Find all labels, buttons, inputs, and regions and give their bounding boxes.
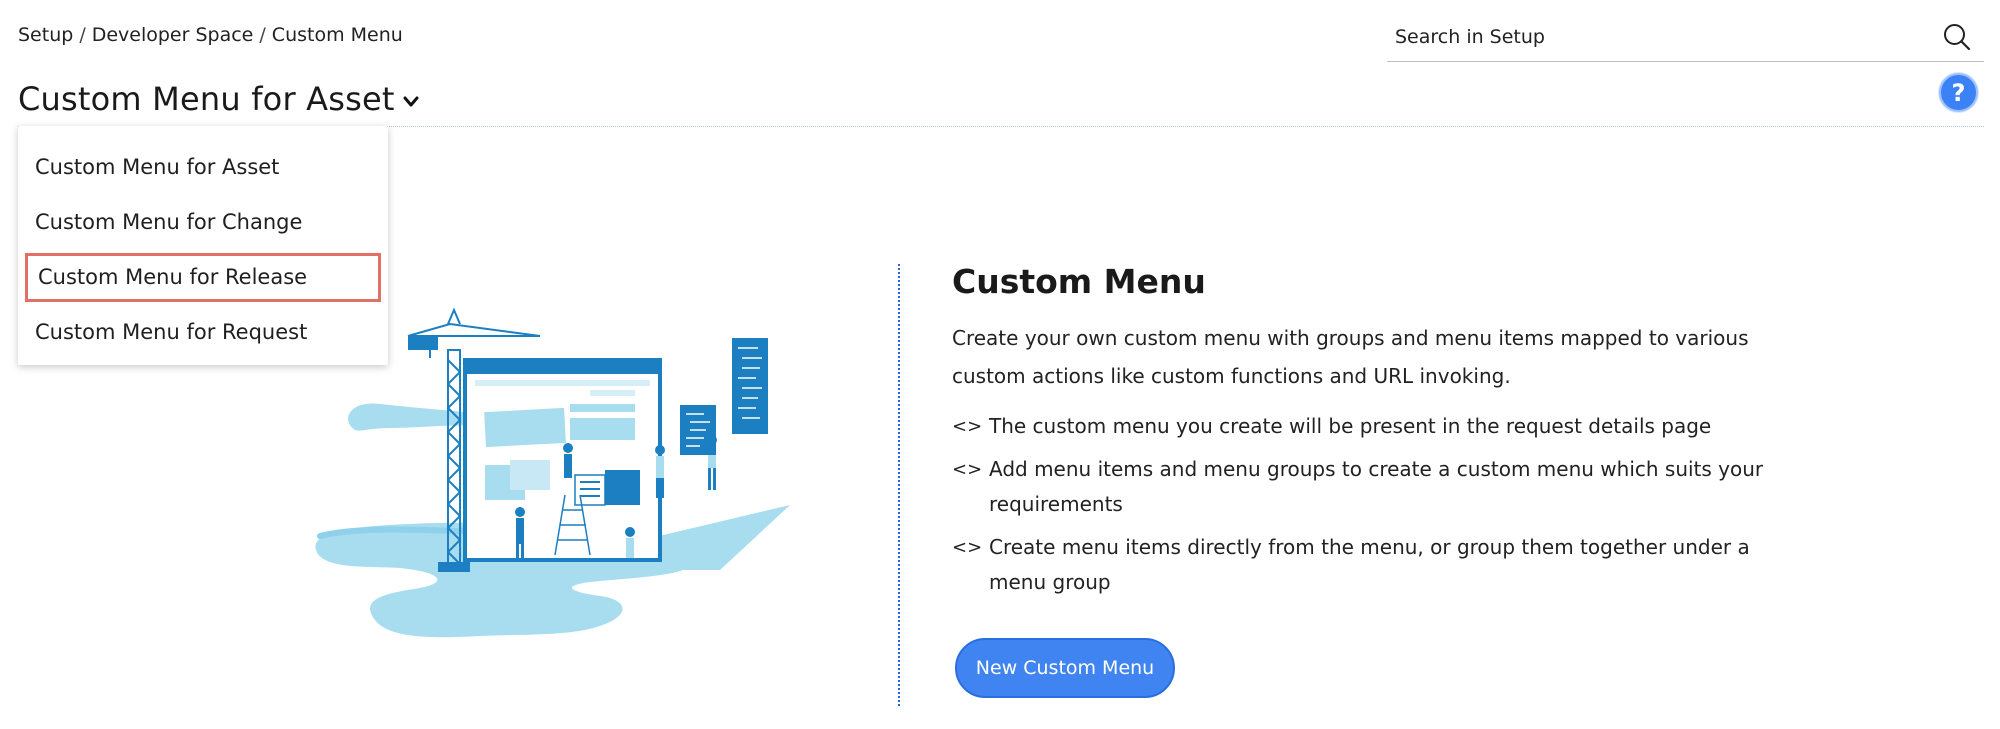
code-bracket-icon: <> <box>952 537 983 558</box>
custom-menu-info: Custom Menu Create your own custom menu … <box>952 262 1772 608</box>
help-button[interactable]: ? <box>1939 73 1978 112</box>
search-bar <box>1387 14 1984 62</box>
search-input[interactable] <box>1395 20 1915 54</box>
search-icon[interactable] <box>1942 22 1972 52</box>
list-item: <> The custom menu you create will be pr… <box>952 409 1772 444</box>
page-title[interactable]: Custom Menu for Asset <box>18 80 395 118</box>
breadcrumb-separator: / <box>259 24 266 46</box>
chevron-down-icon[interactable] <box>401 92 421 112</box>
breadcrumb-item-developer-space[interactable]: Developer Space <box>92 24 254 46</box>
code-bracket-icon: <> <box>952 459 983 480</box>
info-description: Create your own custom menu with groups … <box>952 326 1749 388</box>
list-item: <> Create menu items directly from the m… <box>952 530 1772 600</box>
dropdown-item-change[interactable]: Custom Menu for Change <box>18 195 388 250</box>
list-item: <> Add menu items and menu groups to cre… <box>952 452 1772 522</box>
list-item-text: Add menu items and menu groups to create… <box>989 457 1764 516</box>
code-panel-shape <box>732 338 768 434</box>
info-title: Custom Menu <box>952 262 1206 301</box>
breadcrumb: Setup / Developer Space / Custom Menu <box>18 24 403 46</box>
code-bracket-icon: <> <box>952 416 983 437</box>
dropdown-item-request[interactable]: Custom Menu for Request <box>18 305 388 360</box>
dropdown-item-release[interactable]: Custom Menu for Release <box>25 253 381 302</box>
list-item-text: Create menu items directly from the menu… <box>989 535 1750 594</box>
breadcrumb-item-setup[interactable]: Setup <box>18 24 73 46</box>
list-item-text: The custom menu you create will be prese… <box>989 414 1712 438</box>
menu-dropdown: Custom Menu for Asset Custom Menu for Ch… <box>18 126 388 365</box>
new-custom-menu-button[interactable]: New Custom Menu <box>955 638 1175 698</box>
breadcrumb-separator: / <box>79 24 86 46</box>
breadcrumb-item-custom-menu: Custom Menu <box>271 24 403 46</box>
dropdown-item-asset[interactable]: Custom Menu for Asset <box>18 140 388 195</box>
section-divider <box>898 264 900 706</box>
menu-selector[interactable]: Custom Menu for Asset <box>18 80 421 118</box>
feature-list: <> The custom menu you create will be pr… <box>952 409 1772 600</box>
